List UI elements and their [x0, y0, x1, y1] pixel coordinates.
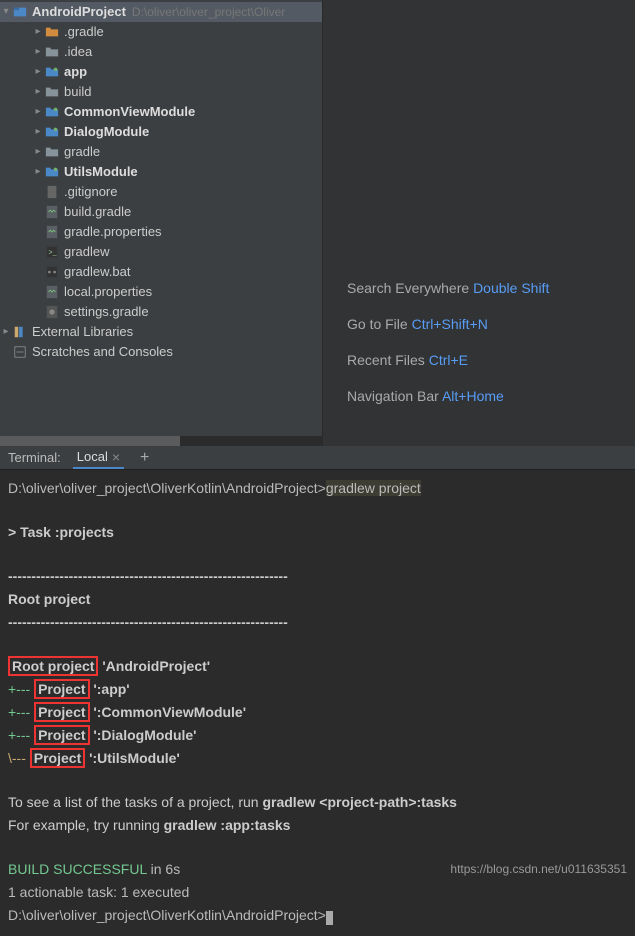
tree-item-label: CommonViewModule: [64, 102, 195, 122]
tree-item-label: UtilsModule: [64, 162, 138, 182]
welcome-panel: Search Everywhere Double Shift Go to File…: [323, 0, 635, 446]
tree-item-label: AndroidProject: [32, 2, 126, 22]
terminal-tab-local[interactable]: Local ×: [73, 447, 124, 469]
libs-icon: [12, 324, 28, 340]
file-dim-icon: [44, 184, 60, 200]
welcome-hint: Go to File Ctrl+Shift+N: [347, 316, 549, 332]
expand-arrow-icon[interactable]: [0, 2, 12, 22]
tree-item-settings-gradle[interactable]: settings.gradle: [0, 302, 322, 322]
tree-item-label: Scratches and Consoles: [32, 342, 173, 362]
tree-item-gradlew-bat[interactable]: gradlew.bat: [0, 262, 322, 282]
gradle-file-icon: [44, 204, 60, 220]
scratches-and-consoles[interactable]: Scratches and Consoles: [0, 342, 322, 362]
project-highlight: Project: [34, 702, 89, 722]
expand-arrow-icon[interactable]: [32, 22, 44, 42]
tree-item-label: .gradle: [64, 22, 104, 42]
project-tree-panel: AndroidProjectD:\oliver\oliver_project\O…: [0, 0, 323, 446]
welcome-hint: Navigation Bar Alt+Home: [347, 388, 549, 404]
folder-icon: [44, 44, 60, 60]
tree-item-build[interactable]: build: [0, 82, 322, 102]
tree-item-label: settings.gradle: [64, 302, 149, 322]
expand-arrow-icon[interactable]: [32, 42, 44, 62]
project-root[interactable]: AndroidProjectD:\oliver\oliver_project\O…: [0, 2, 322, 22]
watermark: https://blog.csdn.net/u011635351: [450, 862, 627, 876]
new-tab-button[interactable]: +: [140, 449, 149, 467]
tree-item--gitignore[interactable]: .gitignore: [0, 182, 322, 202]
project-icon: [12, 4, 28, 20]
tree-item-gradle-properties[interactable]: gradle.properties: [0, 222, 322, 242]
welcome-hint: Recent Files Ctrl+E: [347, 352, 549, 368]
project-highlight: Project: [34, 679, 89, 699]
horizontal-scrollbar[interactable]: [0, 436, 322, 446]
expand-arrow-icon[interactable]: [32, 142, 44, 162]
close-tab-icon[interactable]: ×: [112, 449, 120, 465]
tree-item-label: gradle: [64, 142, 100, 162]
tree-item-app[interactable]: app: [0, 62, 322, 82]
tree-item-label: .idea: [64, 42, 92, 62]
svg-text:>_: >_: [49, 250, 57, 257]
expand-arrow-icon[interactable]: [32, 122, 44, 142]
tree-item-label: build: [64, 82, 91, 102]
gradle-file-icon: [44, 224, 60, 240]
folder-orange-icon: [44, 24, 60, 40]
tree-item-label: External Libraries: [32, 322, 133, 342]
project-highlight: Project: [34, 725, 89, 745]
scratches-icon: [12, 344, 28, 360]
tree-item-gradlew[interactable]: >_ gradlew: [0, 242, 322, 262]
external-libraries[interactable]: External Libraries: [0, 322, 322, 342]
terminal-panel: Terminal: Local × + D:\oliver\oliver_pro…: [0, 446, 635, 894]
bat-file-icon: [44, 264, 60, 280]
terminal-tab-bar: Terminal: Local × +: [0, 446, 635, 470]
tree-item-label: build.gradle: [64, 202, 131, 222]
tree-item-UtilsModule[interactable]: UtilsModule: [0, 162, 322, 182]
folder-icon: [44, 144, 60, 160]
tree-item-label: local.properties: [64, 282, 152, 302]
module-icon: [44, 64, 60, 80]
module-icon: [44, 164, 60, 180]
module-icon: [44, 124, 60, 140]
expand-arrow-icon[interactable]: [32, 102, 44, 122]
expand-arrow-icon[interactable]: [32, 162, 44, 182]
tree-item-label: gradle.properties: [64, 222, 162, 242]
tree-item-gradle[interactable]: gradle: [0, 142, 322, 162]
project-highlight: Project: [30, 748, 85, 768]
root-project-highlight: Root project: [8, 656, 98, 676]
folder-icon: [44, 84, 60, 100]
tree-item-local-properties[interactable]: local.properties: [0, 282, 322, 302]
expand-arrow-icon[interactable]: [32, 62, 44, 82]
welcome-hint: Search Everywhere Double Shift: [347, 280, 549, 296]
tree-item-label: DialogModule: [64, 122, 149, 142]
tree-item-CommonViewModule[interactable]: CommonViewModule: [0, 102, 322, 122]
tree-item-label: gradlew: [64, 242, 110, 262]
module-icon: [44, 104, 60, 120]
tree-item-DialogModule[interactable]: DialogModule: [0, 122, 322, 142]
tree-item-label: gradlew.bat: [64, 262, 131, 282]
gradle-file-icon: [44, 284, 60, 300]
tree-item-label: app: [64, 62, 87, 82]
expand-arrow-icon[interactable]: [0, 322, 12, 342]
shell-file-icon: >_: [44, 244, 60, 260]
scroll-thumb[interactable]: [0, 436, 180, 446]
expand-arrow-icon[interactable]: [32, 82, 44, 102]
gradle-file-dim-icon: [44, 304, 60, 320]
terminal-title: Terminal:: [8, 450, 61, 465]
tree-item-label: .gitignore: [64, 182, 117, 202]
tree-item--idea[interactable]: .idea: [0, 42, 322, 62]
tree-item-build-gradle[interactable]: build.gradle: [0, 202, 322, 222]
tree-item--gradle[interactable]: .gradle: [0, 22, 322, 42]
